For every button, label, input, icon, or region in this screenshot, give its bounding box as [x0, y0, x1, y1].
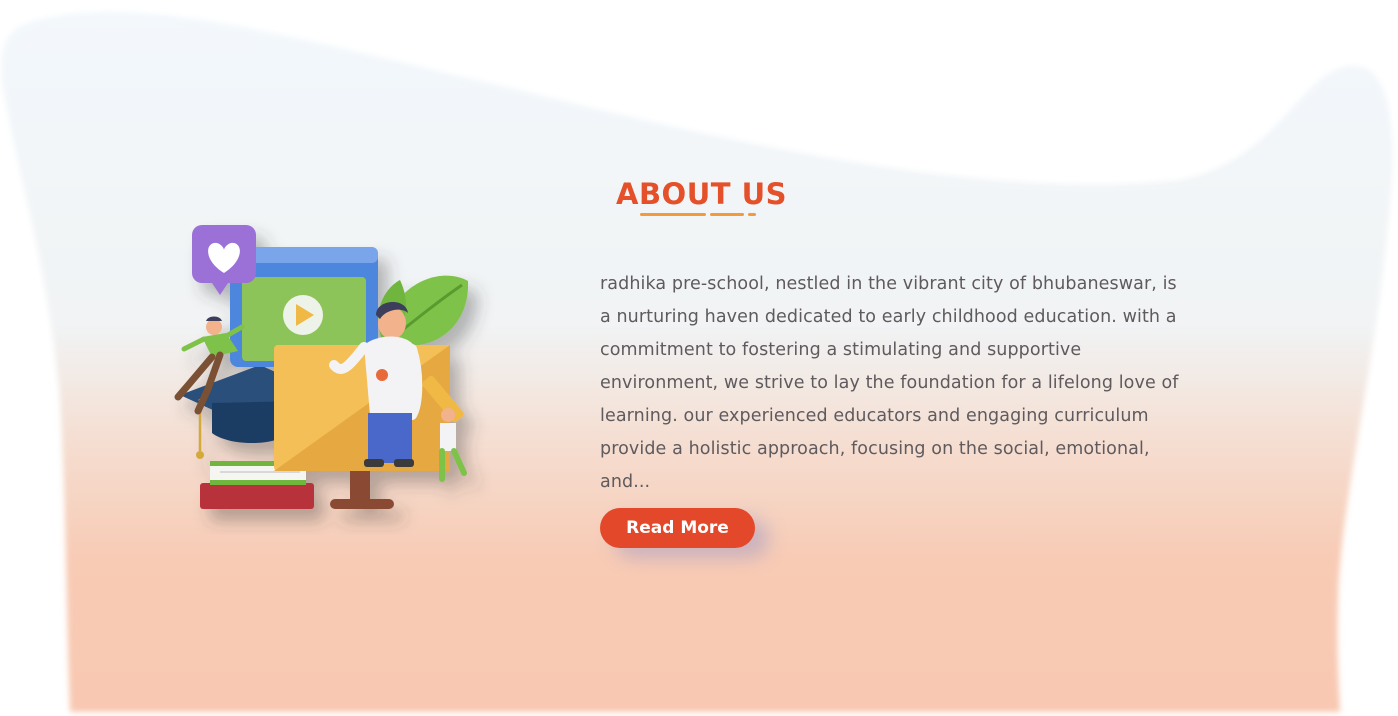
read-more-button[interactable]: Read More — [600, 508, 755, 548]
play-icon — [283, 295, 323, 335]
about-title: ABOUT US — [616, 177, 788, 211]
title-underline — [640, 213, 760, 217]
about-description: radhika pre-school, nestled in the vibra… — [600, 274, 1179, 492]
about-illustration — [174, 225, 469, 509]
